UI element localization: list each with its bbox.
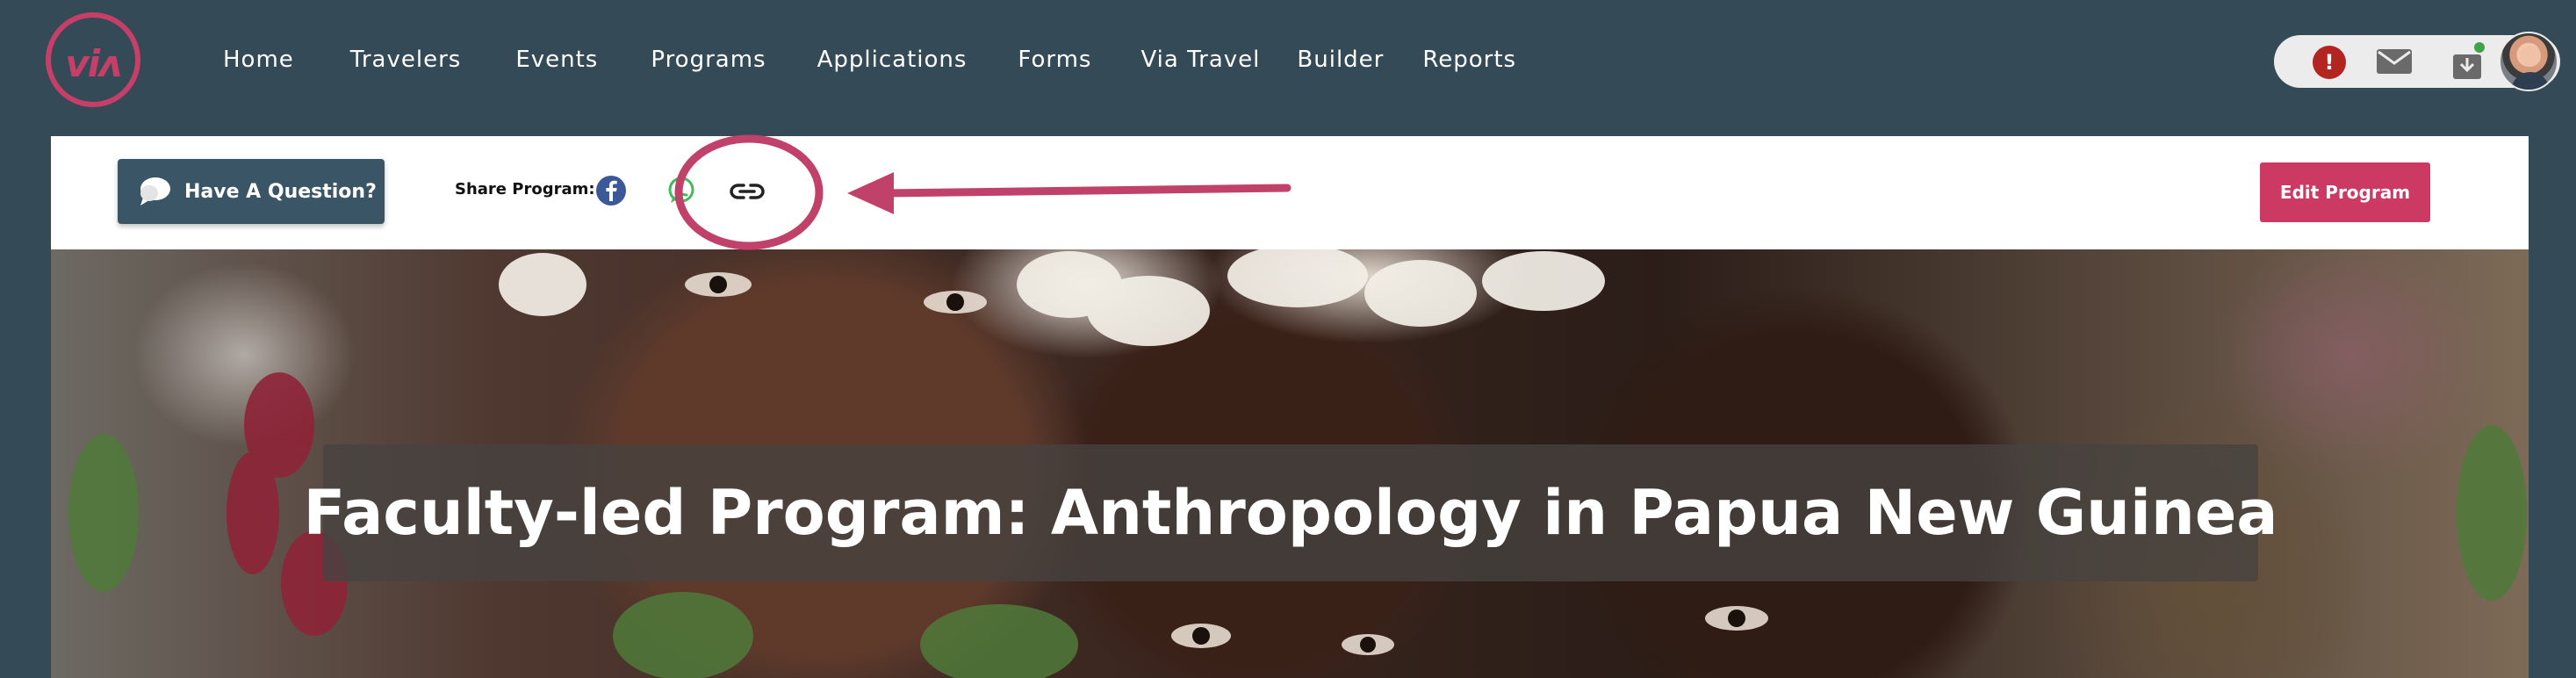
nav-item-builder[interactable]: Builder (1297, 47, 1384, 73)
logo-text: viʌ (65, 41, 122, 85)
share-program-label: Share Program: (455, 180, 595, 198)
main-nav: Home Travelers Events Programs Applicati… (223, 39, 1516, 81)
avatar[interactable] (2499, 32, 2558, 91)
nav-item-programs[interactable]: Programs (651, 47, 766, 73)
facebook-icon[interactable] (595, 175, 627, 206)
alert-icon[interactable]: ! (2313, 46, 2346, 79)
nav-item-travelers[interactable]: Travelers (350, 47, 462, 73)
edit-program-label: Edit Program (2279, 182, 2411, 203)
program-hero-image: Faculty-led Program: Anthropology in Pap… (51, 249, 2529, 678)
link-icon[interactable] (727, 175, 767, 208)
program-action-bar: Have A Question? Share Program: Edit Pro… (51, 136, 2529, 249)
nav-item-forms[interactable]: Forms (1018, 47, 1091, 73)
nav-item-applications[interactable]: Applications (817, 47, 968, 73)
nav-item-events[interactable]: Events (515, 47, 598, 73)
have-a-question-button[interactable]: Have A Question? (118, 159, 385, 224)
have-a-question-label: Have A Question? (184, 180, 377, 203)
user-menu: ! (2274, 32, 2560, 91)
alert-symbol: ! (2324, 50, 2335, 75)
download-icon[interactable] (2450, 40, 2486, 81)
page: viʌ Home Travelers Events Programs Appli… (0, 0, 2576, 678)
hero-title-box: Faculty-led Program: Anthropology in Pap… (303, 444, 2278, 581)
nav-item-via-travel[interactable]: Via Travel (1140, 47, 1260, 73)
nav-item-reports[interactable]: Reports (1422, 47, 1516, 73)
whatsapp-icon[interactable] (666, 175, 697, 206)
via-logo[interactable]: viʌ (46, 12, 140, 107)
program-title: Faculty-led Program: Anthropology in Pap… (303, 477, 2278, 549)
edit-program-button[interactable]: Edit Program (2260, 162, 2430, 222)
nav-item-home[interactable]: Home (223, 47, 294, 73)
mail-icon[interactable] (2376, 47, 2413, 76)
chat-icon (140, 177, 170, 206)
